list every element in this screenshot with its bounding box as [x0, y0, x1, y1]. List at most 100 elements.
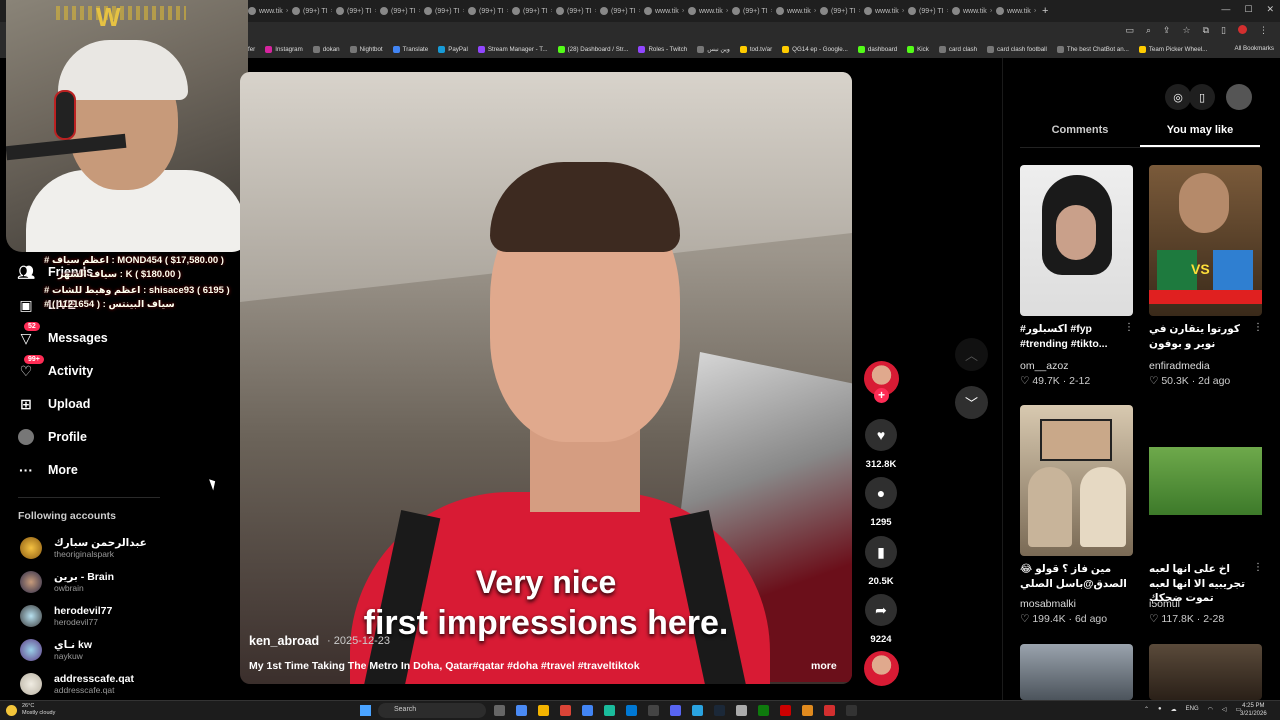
creator-avatar[interactable]: [864, 651, 899, 686]
share-button[interactable]: ➦: [865, 594, 897, 626]
browser-tab[interactable]: (99+) TI×: [816, 2, 860, 20]
nav-messages[interactable]: ▽ 52 Messages: [18, 322, 108, 346]
browser-tab[interactable]: (99+) TI×: [464, 2, 508, 20]
bookmark-item[interactable]: Kick: [907, 45, 929, 53]
chrome-icon[interactable]: [560, 705, 571, 716]
task-view-icon[interactable]: [494, 705, 505, 716]
browser-tab[interactable]: (99+) TI×: [288, 2, 332, 20]
card-thumbnail[interactable]: [1149, 644, 1262, 700]
xbox-icon[interactable]: [758, 705, 769, 716]
video-player[interactable]: Very nice first impressions here. ken_ab…: [240, 72, 852, 684]
bookmark-item[interactable]: Instagram: [265, 45, 303, 53]
avatar[interactable]: [1226, 84, 1252, 110]
browser-tab[interactable]: (99+) TI×: [420, 2, 464, 20]
bookmark-item[interactable]: وين نبس: [697, 45, 730, 53]
maximize-icon[interactable]: ☐: [1244, 4, 1252, 15]
browser-tab-active[interactable]: www.tik ×: [992, 2, 1036, 20]
following-account[interactable]: نـاي kw naykuw: [20, 639, 92, 661]
close-window-icon[interactable]: ✕: [1266, 4, 1274, 15]
card-title[interactable]: #اكسبلور #fyp #trending #tikto...: [1020, 322, 1130, 351]
bookmark-item[interactable]: Stream Manager - T...: [477, 45, 548, 53]
minimize-icon[interactable]: —: [1221, 4, 1230, 15]
app-icon[interactable]: [648, 705, 659, 716]
share-icon[interactable]: ⇪: [1163, 25, 1171, 36]
menu-icon[interactable]: ⋮: [1259, 25, 1268, 36]
following-account[interactable]: عبدالرحمن سبارك theoriginalspark: [20, 537, 147, 559]
following-account[interactable]: addresscafe.qat addresscafe.qat: [20, 673, 134, 695]
steam-icon[interactable]: [714, 705, 725, 716]
card-author[interactable]: enfiradmedia: [1149, 360, 1210, 372]
tab-comments[interactable]: Comments: [1020, 124, 1140, 147]
tab-you-may-like[interactable]: You may like: [1140, 124, 1260, 147]
browser-tab[interactable]: (99+) TI×: [904, 2, 948, 20]
bookmark-item[interactable]: card clash: [938, 45, 977, 53]
card-title[interactable]: كورتوا يتقارن في نوير و بوفون: [1149, 322, 1259, 351]
windows-start-icon[interactable]: [360, 705, 371, 716]
next-video-button[interactable]: ﹀: [955, 386, 988, 419]
like-button[interactable]: ♥: [865, 419, 897, 451]
app-icon[interactable]: [736, 705, 747, 716]
side-panel-icon[interactable]: ▯: [1221, 25, 1226, 36]
nav-activity[interactable]: ♡ 99+ Activity: [18, 355, 93, 379]
card-author[interactable]: mosabmalki: [1020, 598, 1076, 610]
zoom-icon[interactable]: ⌕: [1146, 25, 1151, 36]
bookmark-item[interactable]: PayPal: [438, 45, 468, 53]
following-account[interactable]: برين - Brain owbrain: [20, 571, 114, 593]
card-thumbnail[interactable]: [1149, 405, 1262, 556]
app-icon[interactable]: [802, 705, 813, 716]
nav-upload[interactable]: ⊞ Upload: [18, 396, 90, 412]
card-thumbnail[interactable]: [1020, 165, 1133, 316]
file-explorer-icon[interactable]: [538, 705, 549, 716]
card-thumbnail[interactable]: [1020, 405, 1133, 556]
bookmark-item[interactable]: dashboard: [857, 45, 897, 53]
app-icon[interactable]: [780, 705, 791, 716]
bookmark-item[interactable]: QG14 ep - Google...: [782, 45, 848, 53]
more-options-icon[interactable]: ⋮: [1253, 562, 1263, 573]
card-author[interactable]: om__azoz: [1020, 360, 1068, 372]
bookmark-item[interactable]: dokan: [312, 45, 340, 53]
bookmark-item[interactable]: Team Picker Wheel...: [1138, 45, 1207, 53]
video-author[interactable]: ken_abroad: [249, 634, 319, 648]
more-button[interactable]: more: [811, 660, 837, 672]
browser-tab[interactable]: (99+) TI×: [728, 2, 772, 20]
browser-tab[interactable]: (99+) TI×: [596, 2, 640, 20]
more-options-icon[interactable]: ⋮: [1253, 322, 1263, 333]
bookmark-item[interactable]: card clash football: [987, 45, 1047, 53]
new-tab-button[interactable]: +: [1042, 5, 1048, 17]
card-title[interactable]: 😂 مين فاز ؟ قولو الصدق@باسل الصلي: [1020, 562, 1130, 591]
browser-tab[interactable]: (99+) TI×: [552, 2, 596, 20]
app-icon[interactable]: [604, 705, 615, 716]
star-icon[interactable]: ☆: [1183, 25, 1191, 36]
more-options-icon[interactable]: ⋮: [1124, 322, 1134, 333]
discord-icon[interactable]: [670, 705, 681, 716]
copilot-icon[interactable]: [516, 705, 527, 716]
all-bookmarks[interactable]: All Bookmarks: [1234, 45, 1274, 52]
tray-app-icon[interactable]: ●: [1158, 706, 1162, 713]
bookmark-item[interactable]: Roles - Twitch: [638, 45, 687, 53]
profile-icon[interactable]: [1238, 25, 1247, 34]
browser-tab[interactable]: (99+) TI×: [508, 2, 552, 20]
volume-icon[interactable]: ◁: [1222, 706, 1227, 713]
browser-tab[interactable]: www.tik ×: [640, 2, 684, 20]
bookmark-item[interactable]: The best ChatBot an...: [1056, 45, 1129, 53]
bookmark-item[interactable]: Translate: [392, 45, 428, 53]
card-author[interactable]: i5omul: [1149, 598, 1180, 610]
close-icon[interactable]: ×: [1034, 8, 1036, 15]
comment-button[interactable]: ●: [865, 477, 897, 509]
following-account[interactable]: herodevil77 herodevil77: [20, 605, 112, 627]
browser-tab[interactable]: www.tik ×: [772, 2, 816, 20]
save-button[interactable]: ▮: [865, 536, 897, 568]
chrome-profile-icon[interactable]: [582, 705, 593, 716]
nav-profile[interactable]: Profile: [18, 429, 87, 445]
browser-tab[interactable]: (99+) TI×: [332, 2, 376, 20]
edge-icon[interactable]: [626, 705, 637, 716]
bookmark-item[interactable]: Nightbot: [349, 45, 383, 53]
browser-tab[interactable]: www.tik ×: [948, 2, 992, 20]
nav-more[interactable]: ··· More: [18, 462, 78, 478]
bookmark-item[interactable]: (28) Dashboard / Str...: [557, 45, 628, 53]
browser-tab[interactable]: www.tik ×: [860, 2, 904, 20]
card-thumbnail[interactable]: VS: [1149, 165, 1262, 316]
app-icon[interactable]: [824, 705, 835, 716]
card-thumbnail[interactable]: [1020, 644, 1133, 700]
wifi-icon[interactable]: ◠: [1208, 706, 1213, 713]
